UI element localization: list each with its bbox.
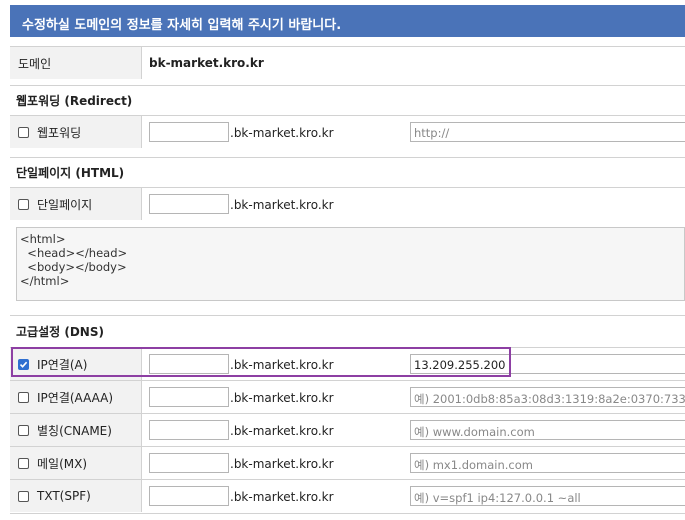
- dns-label-cell: 별칭(CNAME): [10, 414, 142, 446]
- html-label-cell: 단일페이지: [10, 188, 142, 220]
- dns-target-input-ip-aaaa[interactable]: 예) 2001:0db8:85a3:08d3:1319:8a2e:0370:73…: [410, 387, 685, 407]
- redirect-label-cell: 웹포워딩: [10, 116, 142, 148]
- dns-domain-suffix: .bk-market.kro.kr: [230, 457, 334, 471]
- dns-checkbox-ip-aaaa[interactable]: [18, 391, 29, 403]
- dns-domain-suffix: .bk-market.kro.kr: [230, 391, 334, 405]
- instruction-banner: 수정하실 도메인의 정보를 자세히 입력해 주시기 바랍니다.: [10, 5, 685, 37]
- dns-label-cell: TXT(SPF): [10, 480, 142, 512]
- dns-row-ip-a: IP연결(A) .bk-market.kro.kr 13.209.255.200: [10, 347, 685, 380]
- dns-label-cell: IP연결(A): [10, 348, 142, 380]
- dns-checkbox-txt-spf[interactable]: [18, 490, 29, 502]
- dns-checkbox-cname[interactable]: [18, 424, 29, 436]
- dns-row-mx: 메일(MX) .bk-market.kro.kr 예) mx1.domain.com: [10, 446, 685, 479]
- html-code-textarea[interactable]: <html> <head></head> <body></body> </htm…: [16, 227, 685, 301]
- redirect-checkbox[interactable]: [18, 126, 29, 138]
- dns-subdomain-input-cname[interactable]: [149, 420, 229, 440]
- dns-checkbox-ip-a[interactable]: [18, 358, 29, 370]
- domain-label: 도메인: [10, 47, 142, 79]
- dns-target-input-txt-spf[interactable]: 예) v=spf1 ip4:127.0.0.1 ~all: [410, 486, 685, 506]
- dns-label: IP연결(A): [37, 357, 88, 372]
- dns-target-input-cname[interactable]: 예) www.domain.com: [410, 420, 685, 440]
- domain-value: bk-market.kro.kr: [149, 56, 264, 70]
- dns-domain-suffix: .bk-market.kro.kr: [230, 490, 334, 504]
- dns-label: IP연결(AAAA): [37, 390, 114, 405]
- dns-label-cell: 메일(MX): [10, 447, 142, 479]
- dns-domain-suffix: .bk-market.kro.kr: [230, 358, 334, 372]
- section-dns-header: 고급설정 (DNS): [10, 315, 685, 347]
- dns-target-input-mx[interactable]: 예) mx1.domain.com: [410, 453, 685, 473]
- dns-domain-suffix: .bk-market.kro.kr: [230, 424, 334, 438]
- redirect-url-input[interactable]: http://: [410, 122, 685, 142]
- html-checkbox[interactable]: [18, 198, 29, 210]
- dns-label-cell: IP연결(AAAA): [10, 381, 142, 413]
- redirect-domain-suffix: .bk-market.kro.kr: [230, 126, 334, 140]
- redirect-subdomain-input[interactable]: [149, 122, 229, 142]
- dns-label: 별칭(CNAME): [37, 423, 112, 438]
- section-html-header: 단일페이지 (HTML): [10, 157, 685, 187]
- dns-subdomain-input-ip-a[interactable]: [149, 354, 229, 374]
- checkmark-icon: [19, 360, 28, 369]
- html-label: 단일페이지: [37, 197, 93, 212]
- domain-row: 도메인 bk-market.kro.kr: [10, 46, 685, 79]
- redirect-label: 웹포워딩: [37, 125, 82, 140]
- dns-subdomain-input-mx[interactable]: [149, 453, 229, 473]
- dns-row-txt-spf: TXT(SPF) .bk-market.kro.kr 예) v=spf1 ip4:1…: [10, 479, 685, 512]
- html-row: 단일페이지 .bk-market.kro.kr: [10, 187, 685, 220]
- dns-row-cname: 별칭(CNAME) .bk-market.kro.kr 예) www.domain.…: [10, 413, 685, 446]
- dns-subdomain-input-ip-aaaa[interactable]: [149, 387, 229, 407]
- redirect-row: 웹포워딩 .bk-market.kro.kr http://: [10, 115, 685, 148]
- dns-target-input-ip-a[interactable]: 13.209.255.200: [410, 354, 685, 374]
- html-domain-suffix: .bk-market.kro.kr: [230, 198, 334, 212]
- section-redirect-header: 웹포워딩 (Redirect): [10, 85, 685, 115]
- dns-label: TXT(SPF): [37, 489, 91, 503]
- html-subdomain-input[interactable]: [149, 194, 229, 214]
- dns-label: 메일(MX): [37, 456, 88, 471]
- table-bottom-border: [10, 513, 685, 514]
- dns-row-ip-aaaa: IP연결(AAAA) .bk-market.kro.kr 예) 2001:0db8:…: [10, 380, 685, 413]
- dns-subdomain-input-txt-spf[interactable]: [149, 486, 229, 506]
- dns-checkbox-mx[interactable]: [18, 457, 29, 469]
